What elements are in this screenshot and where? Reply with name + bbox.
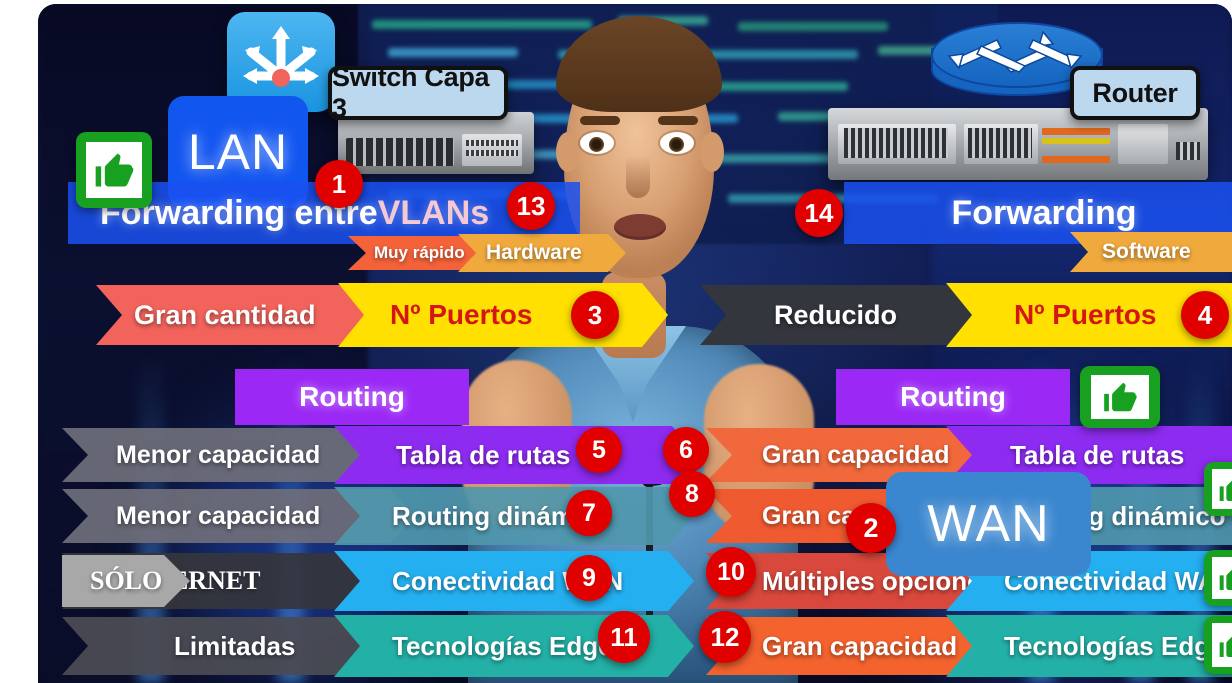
row-dynrouting-left-feature: Routing dinámico [334,487,694,545]
marker-6-label: 6 [679,435,693,464]
row-edge-left-value-label: Limitadas [174,630,296,661]
marker-14: 14 [795,189,843,237]
right-banner-text: Forwarding [951,193,1137,232]
row-edge-right-value-label: Gran capacidad [762,630,958,661]
marker-8: 8 [669,471,715,517]
thumbs-up-icon-lan [76,132,152,208]
video-frame: Switch Capa 3 Router LAN Forwarding entr… [38,4,1232,683]
left-banner-highlight: VLANs [377,193,490,232]
row-routetable-left-value-label: Menor capacidad [116,440,321,469]
marker-7-label: 7 [582,498,596,527]
marker-8-label: 8 [685,479,699,508]
solo-badge: SÓLO [62,555,190,607]
row-ports-right-value-label: Reducido [774,299,898,330]
marker-14-label: 14 [804,197,834,228]
row-edge-right-feature: Tecnologías Edge [946,615,1232,677]
marker-11: 11 [598,611,650,663]
chevron-muy-rapido-label: Muy rápido [374,243,465,262]
router-device-tag-label: Router [1092,77,1178,108]
row-dynrouting-left-value-label: Menor capacidad [116,501,321,530]
wan-scope-badge-label: WAN [927,495,1050,553]
left-routing-label-text: Routing [299,381,405,412]
chevron-software-label: Software [1102,240,1191,263]
lan-scope-badge-label: LAN [187,124,289,180]
marker-10: 10 [706,547,756,597]
marker-2-label: 2 [863,512,879,543]
switch-device-tag-label: Switch Capa 3 [332,62,490,123]
row-wanconn-left-feature: Conectividad WAN [334,551,694,611]
solo-badge-label: SÓLO [90,566,163,595]
marker-13: 13 [507,182,555,230]
chevron-software: Software [1070,232,1232,272]
screenshot-root: Switch Capa 3 Router LAN Forwarding entr… [0,0,1232,683]
marker-4: 4 [1181,291,1229,339]
marker-11-label: 11 [610,621,638,652]
marker-9-label: 9 [582,563,596,592]
marker-12: 12 [699,611,751,663]
marker-7: 7 [566,490,612,536]
marker-6: 6 [663,427,709,473]
row-routetable-right-feature-label: Tabla de rutas [1010,439,1185,470]
row-routetable-right-value-label: Gran capacidad [762,440,950,469]
marker-9: 9 [566,555,612,601]
thumbs-up-icon-dynamic-routing [1204,462,1232,516]
marker-3-label: 3 [587,299,603,330]
row-routetable-left-feature: Tabla de rutas [334,426,698,484]
marker-1: 1 [315,160,363,208]
right-routing-label: Routing [836,369,1070,425]
chevron-hardware: Hardware [458,234,626,272]
row-ports-left-feature-label: Nº Puertos [390,299,533,330]
thumbs-up-icon-edge [1204,616,1232,674]
thumbs-up-icon-wan-conn [1204,550,1232,606]
router-device-tag: Router [1070,66,1200,120]
chevron-hardware-label: Hardware [486,241,582,264]
row-ports-right-feature-label: Nº Puertos [1014,299,1157,330]
marker-10-label: 10 [717,557,745,586]
marker-4-label: 4 [1197,299,1213,330]
marker-5: 5 [576,427,622,473]
marker-1-label: 1 [331,168,347,199]
thumbs-up-icon-routing [1080,366,1160,428]
wan-scope-badge: WAN [886,472,1091,576]
marker-3: 3 [571,291,619,339]
row-edge-right-feature-label: Tecnologías Edge [1004,630,1225,661]
marker-2: 2 [846,503,896,553]
switch-device-tag: Switch Capa 3 [328,62,508,123]
row-routetable-left-feature-label: Tabla de rutas [396,439,571,470]
right-routing-label-text: Routing [900,381,1006,412]
marker-5-label: 5 [592,435,606,464]
marker-13-label: 13 [516,190,546,221]
row-edge-left-feature-label: Tecnologías Edge [392,630,613,661]
left-routing-label: Routing [235,369,469,425]
row-ports-left-value-label: Gran cantidad [134,299,316,330]
marker-12-label: 12 [710,621,740,652]
